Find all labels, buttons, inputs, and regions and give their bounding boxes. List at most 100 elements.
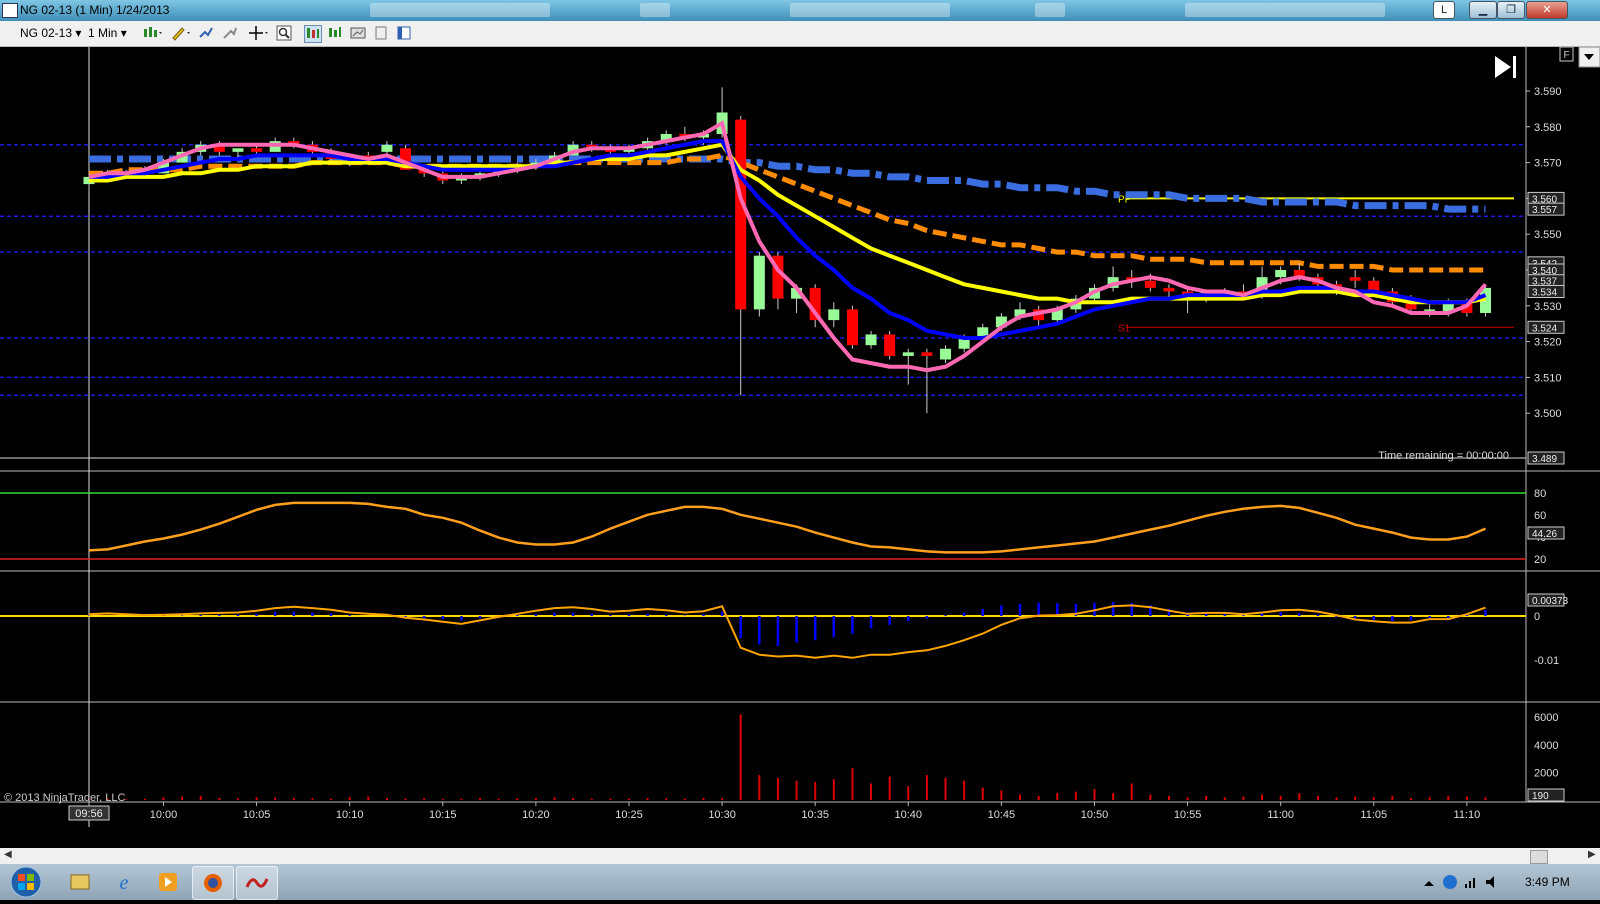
stoch-tick-label: 60 — [1534, 510, 1546, 522]
background-window-tab[interactable] — [1185, 3, 1385, 17]
price-tick-label: 3.580 — [1534, 122, 1562, 134]
copyright-watermark: © 2013 NinjaTrader, LLC — [4, 792, 125, 804]
ninjatrader-app-icon — [2, 3, 18, 18]
up-candle — [1275, 270, 1287, 278]
show-hidden-icons[interactable] — [1424, 881, 1434, 886]
down-candle — [251, 148, 263, 152]
down-candle — [735, 119, 747, 310]
stoch-last-label: 44.26 — [1532, 529, 1557, 540]
down-candle — [921, 352, 933, 356]
instrument-selector[interactable]: NG 02-13 ▾ — [20, 25, 81, 42]
snapshot-icon[interactable] — [350, 25, 366, 41]
down-candle — [1144, 280, 1156, 288]
price-marker-label: 3.557 — [1532, 205, 1557, 216]
volume-tick-label: 4000 — [1534, 740, 1558, 752]
up-candle — [232, 148, 244, 152]
taskbar-ninjatrader[interactable] — [236, 866, 278, 900]
minimize-button[interactable]: ▁ — [1469, 1, 1497, 19]
time-tick-label: 10:55 — [1174, 809, 1202, 821]
up-candle — [381, 144, 393, 152]
time-tick-label: 10:50 — [1081, 809, 1109, 821]
scrollbar-thumb[interactable] — [1530, 850, 1548, 864]
f-button-label: F — [1563, 50, 1569, 61]
windows-taskbar: e 3:49 PM — [0, 864, 1600, 900]
price-tick-label: 3.530 — [1534, 301, 1562, 313]
up-candle — [902, 352, 914, 356]
svg-text:e: e — [120, 872, 129, 894]
time-tick-label: 10:30 — [708, 809, 736, 821]
time-tick-label: 10:40 — [895, 809, 923, 821]
volume-last-label: 190 — [1532, 791, 1549, 802]
chart-toolbar: NG 02-13 ▾ 1 Min ▾ — [0, 21, 1600, 47]
price-chart-canvas[interactable]: PPS1 3.5903.5803.5703.5603.5503.5403.530… — [0, 47, 1600, 848]
up-candle — [940, 348, 952, 360]
taskbar-media-player[interactable] — [148, 866, 188, 898]
chart-style-icon[interactable] — [142, 25, 164, 41]
background-window-tab[interactable] — [370, 3, 550, 17]
time-remaining-text: Time remaining = 00:00:00 — [1378, 450, 1509, 462]
up-candle — [828, 309, 840, 321]
down-candle — [884, 334, 896, 356]
window-layout-icon[interactable] — [396, 25, 412, 41]
scroll-left-icon[interactable]: ◀ — [4, 849, 12, 860]
volume-tick-label: 6000 — [1534, 712, 1558, 724]
down-candle — [846, 309, 858, 346]
cursor-time-label: 09:56 — [75, 808, 103, 820]
taskbar-ie[interactable]: e — [104, 866, 144, 898]
background-window-tab[interactable] — [790, 3, 950, 17]
indicators-icon[interactable] — [198, 25, 214, 41]
time-tick-label: 11:10 — [1454, 809, 1481, 821]
link-button[interactable]: L — [1433, 1, 1455, 19]
network-globe-icon[interactable] — [1443, 875, 1457, 889]
scroll-right-icon[interactable]: ▶ — [1588, 849, 1596, 860]
price-marker-label: 3.524 — [1532, 323, 1557, 334]
system-tray — [1424, 875, 1494, 889]
down-candle — [1163, 287, 1175, 292]
price-tick-label: 3.500 — [1534, 408, 1562, 420]
price-tick-label: 3.550 — [1534, 229, 1562, 241]
up-candle — [1424, 309, 1436, 311]
restore-button[interactable]: ❐ — [1497, 1, 1525, 19]
chevron-down-icon: ▾ — [75, 26, 82, 40]
interval-selector[interactable]: 1 Min ▾ — [88, 25, 127, 42]
time-tick-label: 10:35 — [801, 809, 829, 821]
window-title: NG 02-13 (1 Min) 1/24/2013 — [20, 3, 170, 17]
price-tick-label: 3.590 — [1534, 86, 1562, 98]
time-tick-label: 10:15 — [429, 809, 457, 821]
drawing-tools-icon[interactable] — [170, 25, 192, 41]
crosshair-icon[interactable] — [248, 25, 270, 41]
down-candle — [1349, 277, 1361, 281]
background-window-tab[interactable] — [640, 3, 670, 17]
macd-tick-label: 0 — [1534, 611, 1540, 623]
chart-trader-icon[interactable] — [327, 25, 343, 41]
close-button[interactable]: ✕ — [1526, 1, 1568, 19]
taskbar-explorer[interactable] — [60, 866, 100, 898]
taskbar-firefox[interactable] — [192, 866, 234, 900]
instrument-label: NG 02-13 — [20, 26, 73, 40]
signal-icon[interactable] — [1473, 878, 1475, 888]
time-tick-label: 10:00 — [150, 809, 178, 821]
window-titlebar: NG 02-13 (1 Min) 1/24/2013 L ▁ ❐ ✕ — [0, 0, 1600, 21]
data-box-icon[interactable] — [304, 25, 322, 43]
time-tick-label: 10:05 — [243, 809, 271, 821]
pivot-s1-label: S1 — [1118, 323, 1131, 334]
properties-icon[interactable] — [373, 25, 389, 41]
horizontal-scrollbar[interactable]: ◀ ▶ — [0, 848, 1600, 864]
volume-tick-label: 2000 — [1534, 767, 1558, 779]
macd-tick-label: -0.01 — [1534, 655, 1559, 667]
chevron-down-icon: ▾ — [120, 26, 127, 40]
price-tick-label: 3.570 — [1534, 158, 1562, 170]
stoch-tick-label: 80 — [1534, 488, 1546, 500]
zoom-icon[interactable] — [276, 25, 292, 41]
strategies-icon[interactable] — [222, 25, 238, 41]
up-candle — [753, 255, 765, 310]
interval-label: 1 Min — [88, 26, 118, 40]
time-tick-label: 10:10 — [336, 809, 364, 821]
stoch-tick-label: 20 — [1534, 554, 1546, 566]
background-window-tab[interactable] — [1035, 3, 1065, 17]
volume-icon[interactable] — [1486, 876, 1494, 888]
price-marker-label: 3.534 — [1532, 287, 1557, 298]
time-tick-label: 11:00 — [1267, 809, 1294, 821]
start-button-icon[interactable] — [6, 865, 46, 899]
taskbar-clock[interactable]: 3:49 PM — [1525, 875, 1570, 889]
